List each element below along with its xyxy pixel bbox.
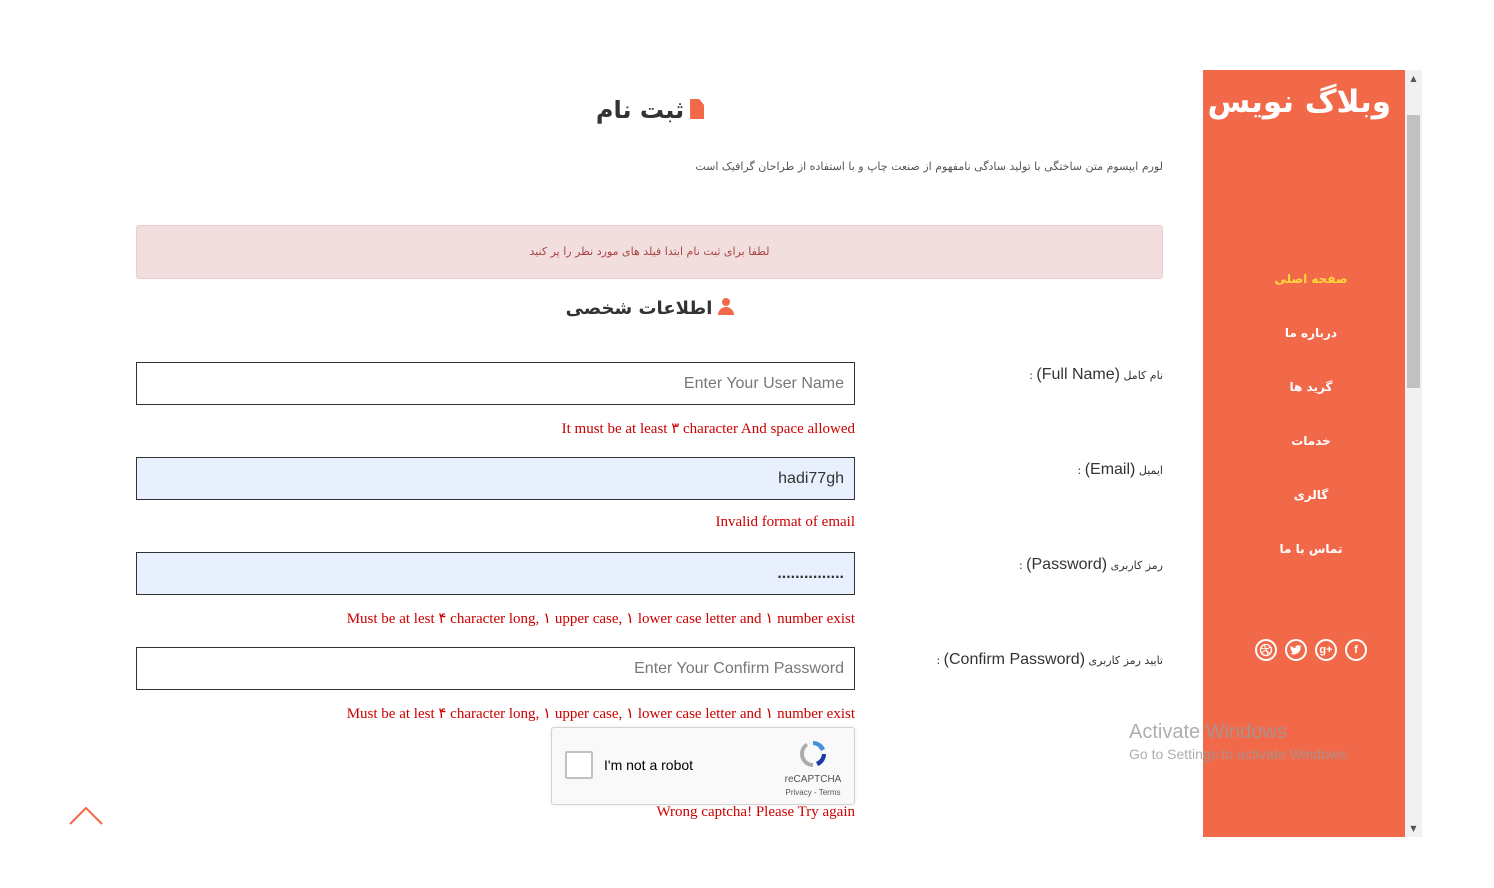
nav-item-services[interactable]: خدمات: [1203, 434, 1419, 448]
recaptcha-checkbox[interactable]: [565, 751, 593, 779]
nav-item-grids[interactable]: گرید ها: [1203, 380, 1419, 394]
fullname-label: نام کامل (Full Name) :: [1029, 366, 1163, 383]
nav-item-home[interactable]: صفحه اصلی: [1203, 272, 1419, 286]
nav-item-about[interactable]: درباره ما: [1203, 326, 1419, 340]
page-title: ثبت نام: [540, 96, 760, 124]
social-links: g+ f: [1203, 639, 1419, 661]
recaptcha-links[interactable]: Privacy - Terms: [777, 788, 849, 797]
email-error: Invalid format of email: [715, 514, 855, 530]
file-icon: [690, 99, 705, 119]
recaptcha-brand: reCAPTCHA: [784, 774, 842, 785]
confirm-password-label: تایید رمز کاربری (Confirm Password) :: [936, 651, 1163, 668]
email-input[interactable]: hadi77gh: [136, 457, 855, 500]
fullname-input[interactable]: Enter Your User Name: [136, 362, 855, 405]
recaptcha-widget: I'm not a robot reCAPTCHA Privacy - Term…: [551, 727, 855, 805]
scroll-up-arrow-icon[interactable]: ▲: [1405, 70, 1422, 87]
google-plus-icon[interactable]: g+: [1315, 639, 1337, 661]
password-input[interactable]: ...............: [136, 552, 855, 595]
user-icon: [718, 298, 735, 316]
email-label: ایمیل (Email) :: [1077, 461, 1163, 478]
nav-item-contact[interactable]: تماس با ما: [1203, 542, 1419, 556]
confirm-password-placeholder: Enter Your Confirm Password: [634, 660, 844, 677]
scroll-down-arrow-icon[interactable]: ▼: [1405, 820, 1422, 837]
activate-windows-subtitle: Go to Settings to activate Windows.: [1129, 746, 1350, 762]
validation-alert: لطفا برای ثبت نام ابتدا فیلد های مورد نظ…: [136, 225, 1163, 279]
section-title: اطلاعات شخصی: [540, 298, 760, 319]
twitter-icon[interactable]: [1285, 639, 1307, 661]
page-scrollbar[interactable]: ▲ ▼: [1405, 70, 1422, 837]
scrollbar-thumb[interactable]: [1407, 115, 1420, 388]
facebook-icon[interactable]: f: [1345, 639, 1367, 661]
intro-text: لورم ایپسوم متن ساختگی با تولید سادگی نا…: [695, 160, 1163, 173]
recaptcha-logo-icon: [799, 741, 826, 767]
dribbble-icon[interactable]: [1255, 639, 1277, 661]
activate-windows-title: Activate Windows: [1129, 721, 1287, 743]
fullname-placeholder: Enter Your User Name: [683, 375, 844, 392]
site-logo[interactable]: وبلاگ نویس: [1207, 84, 1391, 120]
fullname-error: It must be at least ۳ character And spac…: [561, 421, 855, 437]
back-to-top-icon[interactable]: [68, 802, 104, 826]
nav-item-gallery[interactable]: گالری: [1203, 488, 1419, 502]
recaptcha-label: I'm not a robot: [604, 757, 694, 773]
captcha-error: Wrong captcha! Please Try again: [656, 804, 855, 820]
confirm-password-input[interactable]: Enter Your Confirm Password: [136, 647, 855, 690]
password-label: رمز کاربری (Password) :: [1018, 556, 1163, 573]
confirm-password-error: Must be at lest ۴ character long, ۱ uppe…: [346, 706, 855, 722]
password-error: Must be at lest ۴ character long, ۱ uppe…: [346, 611, 855, 627]
